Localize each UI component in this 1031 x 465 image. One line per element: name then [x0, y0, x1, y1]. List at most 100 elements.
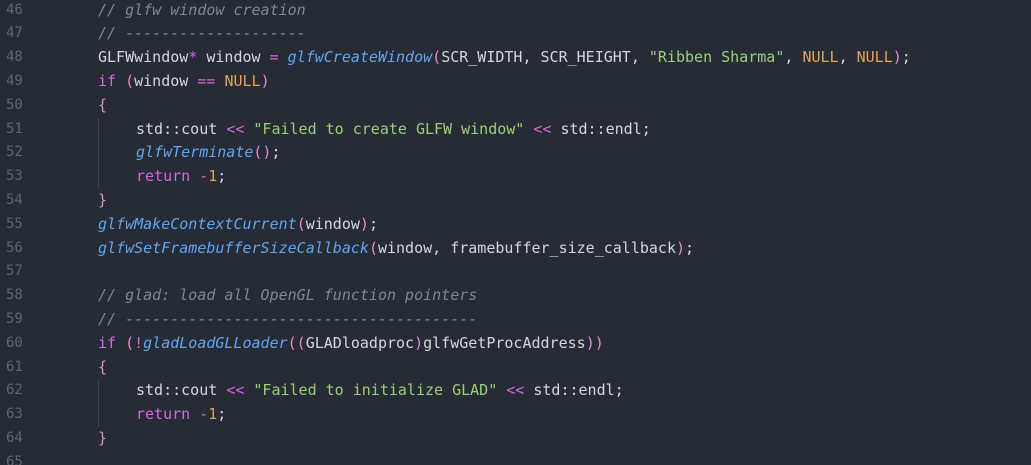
token-string: "Failed to create GLFW window" — [253, 119, 525, 138]
line-number: 59 — [6, 310, 23, 327]
token-op: == — [197, 71, 216, 90]
token-paren: ( — [432, 48, 442, 67]
token-plain: glfwGetProcAddress — [423, 333, 586, 352]
line-source: return -1; — [136, 165, 226, 189]
code-line[interactable]: 65 — [0, 451, 1031, 465]
token-const: NULL — [802, 48, 839, 67]
token-comment: // glfw window creation — [98, 0, 306, 19]
line-number: 53 — [6, 168, 23, 185]
line-source: if (window == NULL) — [98, 70, 270, 94]
token-func: glfwCreateWindow — [287, 48, 433, 67]
token-paren: { — [98, 357, 108, 376]
token-plain: , — [838, 48, 857, 67]
line-number: 65 — [6, 453, 23, 465]
line-source: // glad: load all OpenGL function pointe… — [98, 284, 477, 308]
line-source: glfwMakeContextCurrent(window); — [98, 213, 378, 237]
line-number: 61 — [6, 358, 23, 375]
line-number: 64 — [6, 429, 23, 446]
token-op: - — [199, 405, 209, 424]
token-plain: ; — [368, 214, 378, 233]
token-paren: ) — [260, 71, 270, 90]
token-plain: window — [134, 71, 198, 90]
token-paren: (( — [287, 333, 306, 352]
code-line[interactable]: 61 { — [0, 356, 1031, 380]
token-plain: SCR_WIDTH, SCR_HEIGHT, — [441, 48, 649, 67]
line-number: 48 — [6, 49, 23, 66]
token-paren: ) — [892, 48, 902, 67]
code-line[interactable]: 64} — [0, 427, 1031, 451]
code-line[interactable]: 54} — [0, 189, 1031, 213]
token-paren: ) — [359, 214, 369, 233]
token-plain: ; — [901, 48, 911, 67]
code-line[interactable]: 53 return -1; — [0, 165, 1031, 189]
token-number: 1 — [208, 405, 218, 424]
token-paren: ( — [368, 238, 378, 257]
token-plain: std::cout — [136, 119, 227, 138]
token-func: glfwMakeContextCurrent — [98, 214, 297, 233]
code-line[interactable]: 60 if (!gladLoadGLLoader((GLADloadproc)gl… — [0, 332, 1031, 356]
line-source: } — [98, 427, 107, 451]
code-line[interactable]: 51 std::cout << "Failed to create GLFW wi… — [0, 118, 1031, 142]
token-op: - — [199, 167, 209, 186]
line-source: { — [98, 94, 107, 118]
token-paren: ( — [125, 333, 135, 352]
code-line[interactable]: 46 // glfw window creation — [0, 0, 1031, 22]
indent-guide — [98, 117, 99, 142]
token-keyword: return — [136, 405, 191, 424]
code-line[interactable]: 62 std::cout << "Failed to initialize GLA… — [0, 379, 1031, 403]
token-paren: } — [98, 428, 108, 447]
token-keyword: return — [136, 167, 191, 186]
code-line[interactable]: 59 // -----------------------------------… — [0, 308, 1031, 332]
code-line[interactable]: 48 GLFWwindow* window = glfwCreateWindow(… — [0, 46, 1031, 70]
line-number: 51 — [6, 120, 23, 137]
token-string: "Ribben Sharma" — [648, 48, 785, 67]
token-plain: ; — [217, 167, 227, 186]
line-number: 46 — [6, 1, 23, 18]
token-plain: window — [305, 214, 360, 233]
code-line[interactable]: 56 glfwSetFramebufferSizeCallback(window,… — [0, 237, 1031, 261]
code-line[interactable]: 58 // glad: load all OpenGL function poin… — [0, 284, 1031, 308]
token-paren: } — [98, 190, 108, 209]
code-line[interactable]: 57 — [0, 260, 1031, 284]
line-source: if (!gladLoadGLLoader((GLADloadproc)glfw… — [98, 332, 604, 356]
token-func: glfwSetFramebufferSizeCallback — [98, 238, 369, 257]
token-op: << — [226, 119, 245, 138]
line-number: 52 — [6, 144, 23, 161]
line-number: 49 — [6, 72, 23, 89]
token-plain: std::endl; — [524, 381, 624, 400]
code-line[interactable]: 52 glfwTerminate(); — [0, 141, 1031, 165]
token-paren: ) — [675, 238, 686, 257]
code-line[interactable]: 50 { — [0, 94, 1031, 118]
token-const: NULL — [856, 48, 893, 67]
token-plain: window — [197, 48, 270, 67]
token-string: "Failed to initialize GLAD" — [253, 381, 498, 400]
code-line[interactable]: 47 // -------------------- — [0, 22, 1031, 46]
code-line[interactable]: 63 return -1; — [0, 403, 1031, 427]
code-editor[interactable]: 46 // glfw window creation 47 // ----------… — [0, 0, 1031, 465]
code-line[interactable]: 55 glfwMakeContextCurrent(window); — [0, 213, 1031, 237]
token-plain: ; — [217, 405, 227, 424]
indent-guide — [98, 379, 99, 404]
code-area[interactable]: 46 // glfw window creation 47 // ----------… — [0, 0, 1031, 465]
line-number: 57 — [6, 263, 23, 280]
token-op: = — [269, 48, 279, 67]
line-source: GLFWwindow* window = glfwCreateWindow(SC… — [98, 46, 911, 70]
line-source: // -------------------- — [98, 22, 306, 46]
token-op: << — [533, 119, 552, 138]
line-source: // -------------------------------------… — [98, 308, 477, 332]
token-number: 1 — [208, 167, 218, 186]
token-op: << — [226, 381, 245, 400]
code-line[interactable]: 49 if (window == NULL) — [0, 70, 1031, 94]
line-number: 50 — [6, 96, 23, 113]
token-paren: ) — [414, 333, 424, 352]
indent-guide — [98, 165, 99, 189]
line-number: 55 — [6, 215, 23, 232]
line-number: 62 — [6, 382, 23, 399]
line-source: } — [98, 189, 107, 213]
line-source: // glfw window creation — [98, 0, 306, 22]
token-func: glfwTerminate — [136, 143, 254, 162]
